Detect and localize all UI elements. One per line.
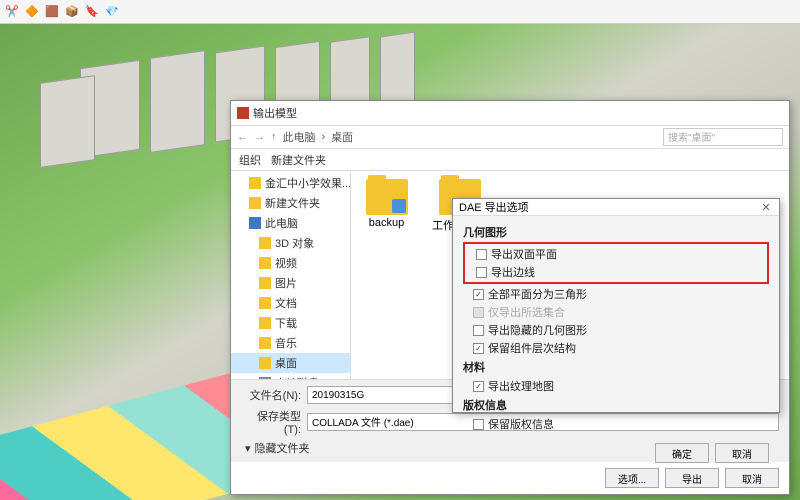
dialog-titlebar: 输出模型 <box>231 101 789 125</box>
breadcrumb-bar: ← → ↑ 此电脑 › 桌面 搜索"桌面" <box>231 125 789 149</box>
checkbox[interactable] <box>473 343 484 354</box>
building-model <box>150 50 205 153</box>
breadcrumb-pc[interactable]: 此电脑 <box>283 129 316 145</box>
folder-icon <box>259 317 271 329</box>
tree-item[interactable]: 图片 <box>231 273 350 293</box>
section-material: 材料 <box>463 359 769 375</box>
checkbox-row[interactable]: 保留版权信息 <box>463 415 769 433</box>
organize-button[interactable]: 组织 <box>239 152 261 168</box>
cancel-button[interactable]: 取消 <box>725 468 779 488</box>
folder-icon <box>259 297 271 309</box>
filetype-label: 保存类型(T): <box>241 408 301 436</box>
checkbox-row[interactable]: 保留组件层次结构 <box>463 339 769 357</box>
folder-icon <box>249 177 261 189</box>
building-model <box>380 32 415 107</box>
ok-button[interactable]: 确定 <box>655 443 709 463</box>
breadcrumb-desktop[interactable]: 桌面 <box>331 129 353 145</box>
checkbox[interactable] <box>473 325 484 336</box>
options-buttons: 确定 取消 <box>453 439 779 471</box>
highlighted-options: 导出双面平面 导出边线 <box>463 242 769 284</box>
folder-tree[interactable]: 金汇中小学效果... 新建文件夹 此电脑 3D 对象 视频 图片 文档 下载 音… <box>231 171 351 379</box>
chevron-right-icon: › <box>322 131 326 143</box>
checkbox-row[interactable]: 全部平面分为三角形 <box>463 285 769 303</box>
dialog-toolbar: 组织 新建文件夹 <box>231 149 789 171</box>
folder-icon <box>259 337 271 349</box>
tree-item[interactable]: 音乐 <box>231 333 350 353</box>
scissors-icon[interactable]: ✂️ <box>4 4 20 20</box>
search-input[interactable]: 搜索"桌面" <box>663 128 783 146</box>
checkbox[interactable] <box>473 419 484 430</box>
app-icon <box>237 107 249 119</box>
brick-icon[interactable]: 🟫 <box>44 4 60 20</box>
folder-label: backup <box>369 217 404 229</box>
folder-icon <box>366 179 408 215</box>
checkbox[interactable] <box>473 289 484 300</box>
folder-icon <box>259 277 271 289</box>
swatch-icon[interactable]: 🔶 <box>24 4 40 20</box>
gem-icon[interactable]: 💎 <box>104 4 120 20</box>
cancel-button[interactable]: 取消 <box>715 443 769 463</box>
dialog-title: 输出模型 <box>253 105 297 121</box>
pc-icon <box>249 217 261 229</box>
nav-fwd-icon[interactable]: → <box>254 131 265 143</box>
checkbox <box>473 307 484 318</box>
building-model <box>40 75 95 168</box>
filename-label: 文件名(N): <box>241 387 301 403</box>
options-body: 几何图形 导出双面平面 导出边线 全部平面分为三角形 仅导出所选集合 导出隐藏的… <box>453 216 779 439</box>
section-copyright: 版权信息 <box>463 397 769 413</box>
folder-icon <box>259 237 271 249</box>
tree-item[interactable]: 文档 <box>231 293 350 313</box>
nav-back-icon[interactable]: ← <box>237 131 248 143</box>
tree-item[interactable]: 新建文件夹 <box>231 193 350 213</box>
chevron-down-icon[interactable]: ▾ <box>245 442 251 455</box>
folder-icon <box>259 357 271 369</box>
checkbox-row[interactable]: 导出纹理地图 <box>463 377 769 395</box>
folder-icon <box>249 197 261 209</box>
export-button[interactable]: 导出 <box>665 468 719 488</box>
tree-item[interactable]: 视频 <box>231 253 350 273</box>
tree-item[interactable]: 下载 <box>231 313 350 333</box>
main-toolbar: ✂️ 🔶 🟫 📦 🔖 💎 <box>0 0 800 24</box>
tree-item-desktop[interactable]: 桌面 <box>231 353 350 373</box>
options-button[interactable]: 选项... <box>605 468 659 488</box>
tag-icon[interactable]: 🔖 <box>84 4 100 20</box>
close-icon[interactable]: ✕ <box>759 200 773 214</box>
package-icon[interactable]: 📦 <box>64 4 80 20</box>
checkbox[interactable] <box>473 381 484 392</box>
options-titlebar: DAE 导出选项 ✕ <box>453 199 779 216</box>
hide-folders-link[interactable]: 隐藏文件夹 <box>255 440 310 456</box>
nav-up-icon[interactable]: ↑ <box>271 131 277 143</box>
folder-item[interactable]: backup <box>359 179 414 229</box>
tree-item[interactable]: 3D 对象 <box>231 233 350 253</box>
checkbox-row: 仅导出所选集合 <box>463 303 769 321</box>
options-title: DAE 导出选项 <box>459 199 529 215</box>
tree-item[interactable]: 金汇中小学效果... <box>231 173 350 193</box>
tree-item-pc[interactable]: 此电脑 <box>231 213 350 233</box>
checkbox[interactable] <box>476 267 487 278</box>
new-folder-button[interactable]: 新建文件夹 <box>271 152 326 168</box>
section-geometry: 几何图形 <box>463 224 769 240</box>
checkbox-row[interactable]: 导出隐藏的几何图形 <box>463 321 769 339</box>
checkbox-row[interactable]: 导出双面平面 <box>466 245 766 263</box>
checkbox[interactable] <box>476 249 487 260</box>
folder-icon <box>259 257 271 269</box>
checkbox-row[interactable]: 导出边线 <box>466 263 766 281</box>
dae-options-dialog: DAE 导出选项 ✕ 几何图形 导出双面平面 导出边线 全部平面分为三角形 仅导… <box>452 198 780 413</box>
